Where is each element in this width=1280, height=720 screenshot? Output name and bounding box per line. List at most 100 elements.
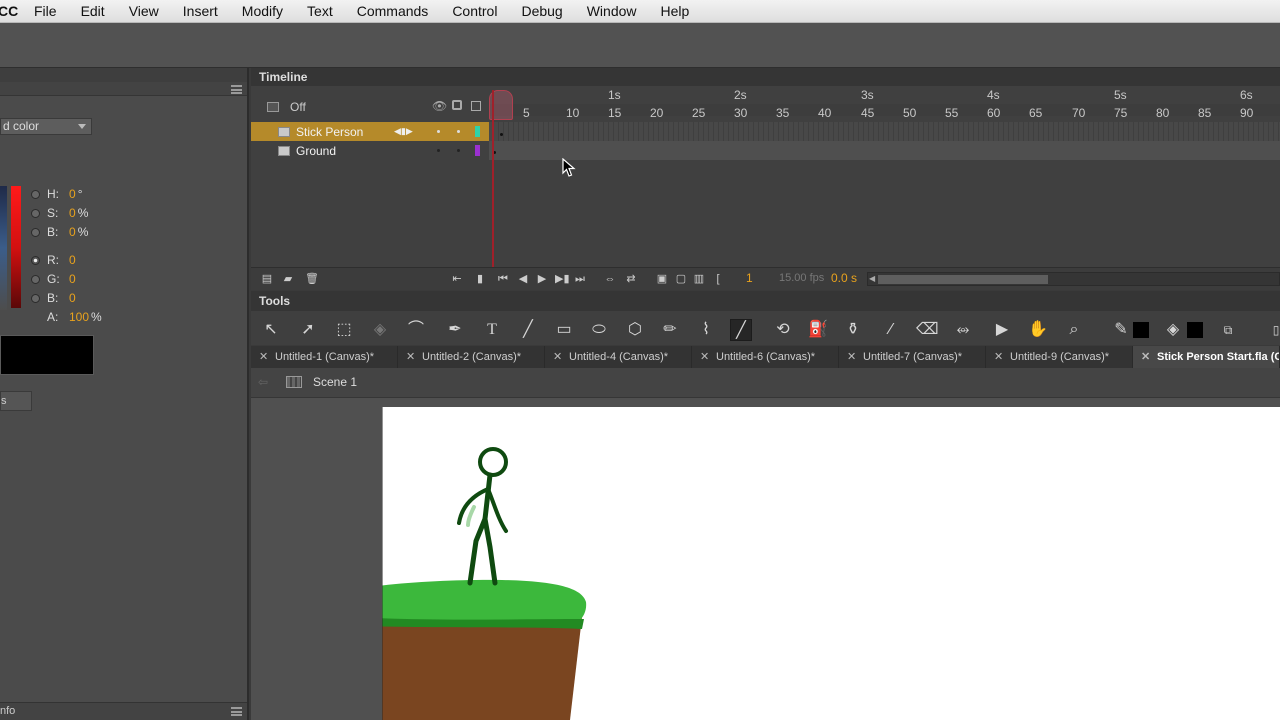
timeline-scrollbar[interactable]: ◀ (867, 272, 1280, 286)
blue-radio[interactable] (31, 293, 40, 303)
close-icon[interactable]: ✕ (406, 346, 415, 368)
color-swatch[interactable] (0, 335, 94, 375)
loop-icon[interactable]: ▮ (474, 273, 486, 285)
paint-brush-icon[interactable]: ⌇ (695, 319, 717, 341)
close-icon[interactable]: ✕ (553, 346, 562, 368)
close-icon[interactable]: ✕ (994, 346, 1003, 368)
paint-bucket-icon[interactable]: ⛽ (807, 319, 829, 341)
layer-ground[interactable]: Ground (251, 141, 489, 160)
current-frame-value[interactable]: 1 (746, 271, 753, 285)
trash-icon[interactable]: 🗑 (305, 273, 319, 285)
doc-tab-stick-person-start[interactable]: ✕ Stick Person Start.fla (C (1133, 346, 1280, 368)
selection-tool-icon[interactable]: ↖ (260, 319, 282, 341)
pencil-icon[interactable]: ✏ (659, 319, 681, 341)
color-spectrum[interactable] (0, 186, 7, 310)
lock-dot[interactable] (457, 130, 460, 133)
playback-controls-icon[interactable]: ◀▮▶ (394, 126, 413, 137)
zoom-icon[interactable]: ⌕ (1063, 319, 1085, 341)
menu-help[interactable]: Help (649, 3, 702, 19)
doc-tab-untitled-6[interactable]: ✕ Untitled-6 (Canvas)* (692, 346, 839, 368)
free-transform-icon[interactable]: ⬚ (333, 319, 355, 341)
stage-area[interactable] (251, 398, 1280, 720)
step-forward-icon[interactable]: ▶▮ (555, 273, 570, 285)
alpha-value[interactable]: 100 (69, 310, 89, 324)
subselection-tool-icon[interactable]: ➚ (297, 319, 319, 341)
saturation-value[interactable]: 0 (69, 206, 76, 220)
camera-icon[interactable]: ▶ (991, 319, 1013, 341)
menu-debug[interactable]: Debug (509, 3, 574, 19)
layer-name[interactable]: Ground (296, 144, 388, 158)
hue-slider[interactable] (11, 186, 21, 308)
layer-depth-icon[interactable] (267, 102, 279, 112)
app-menu[interactable]: CC (0, 3, 22, 19)
3d-rotation-icon[interactable]: ◈ (369, 319, 391, 341)
fill-swatch[interactable] (1187, 322, 1203, 338)
eye-icon[interactable]: 👁 (432, 99, 447, 113)
frame-span-icon[interactable]: [ (712, 273, 724, 285)
menu-window[interactable]: Window (575, 3, 649, 19)
center-frame-icon[interactable]: ⇤ (451, 273, 463, 285)
hue-radio[interactable] (31, 189, 40, 199)
new-layer-icon[interactable]: ▤ (261, 273, 273, 285)
stage-canvas[interactable] (327, 407, 1280, 720)
options-icon[interactable]: ▯ (1265, 319, 1280, 341)
tools-tab[interactable]: Tools (251, 291, 1280, 311)
pen-icon[interactable]: ✒ (444, 319, 466, 341)
timeline-ruler[interactable]: 1s 2s 3s 4s 5s 6s 5 10 15 20 25 30 35 40… (489, 88, 1280, 120)
doc-tab-untitled-4[interactable]: ✕ Untitled-4 (Canvas)* (545, 346, 692, 368)
layer-color-swatch[interactable] (475, 145, 480, 156)
frames-row-stick-person[interactable] (489, 122, 1280, 141)
frames-area[interactable]: 1s 2s 3s 4s 5s 6s 5 10 15 20 25 30 35 40… (489, 88, 1280, 239)
red-value[interactable]: 0 (69, 253, 76, 267)
doc-tab-untitled-9[interactable]: ✕ Untitled-9 (Canvas)* (986, 346, 1133, 368)
edit-multiple-frames-icon[interactable]: ▣ (656, 273, 668, 285)
menu-view[interactable]: View (117, 3, 171, 19)
frames-row-ground[interactable] (489, 141, 1280, 160)
saturation-radio[interactable] (31, 208, 40, 218)
layer-color-swatch[interactable] (475, 126, 480, 137)
close-icon[interactable]: ✕ (259, 346, 268, 368)
scene-label[interactable]: Scene 1 (313, 375, 357, 389)
lasso-icon[interactable]: ⌒ (405, 319, 427, 341)
onion-outline-icon[interactable]: ▢ (675, 273, 687, 285)
fill-color-icon[interactable]: ◈ (1162, 319, 1184, 341)
brightness-radio[interactable] (31, 227, 40, 237)
brightness-value[interactable]: 0 (69, 225, 76, 239)
layer-stick-person[interactable]: Stick Person ◀▮▶ (251, 122, 489, 141)
ink-bottle-icon[interactable]: ⚱ (842, 319, 864, 341)
text-tool-icon[interactable]: T (481, 319, 503, 341)
hue-value[interactable]: 0 (69, 187, 76, 201)
menu-file[interactable]: File (22, 3, 69, 19)
eraser-icon[interactable]: ⌫ (916, 319, 939, 341)
visibility-dot[interactable] (437, 130, 440, 133)
outline-icon[interactable] (471, 101, 481, 111)
doc-tab-untitled-7[interactable]: ✕ Untitled-7 (Canvas)* (839, 346, 986, 368)
polystar-icon[interactable]: ⬡ (624, 319, 646, 341)
line-tool-icon[interactable]: ╱ (517, 319, 539, 341)
modify-markers-icon[interactable]: ▥ (693, 273, 705, 285)
layer-header-label[interactable]: Off (290, 100, 306, 114)
layer-name[interactable]: Stick Person (296, 125, 388, 139)
last-frame-icon[interactable]: ⏭ (574, 273, 586, 285)
timeline-tab[interactable]: Timeline (251, 68, 1280, 86)
fps-value[interactable]: 15.00 fps (779, 272, 824, 284)
menu-text[interactable]: Text (295, 3, 345, 19)
red-radio[interactable] (31, 255, 40, 265)
rectangle-tool-icon[interactable]: ▭ (553, 319, 575, 341)
green-value[interactable]: 0 (69, 272, 76, 286)
loop-playback-icon[interactable]: ⇄ (625, 273, 637, 285)
onion-skin-icon[interactable]: ⇔ (604, 273, 616, 285)
back-arrow-icon[interactable]: ⇦ (258, 375, 268, 389)
panel-menu-icon[interactable] (231, 85, 242, 94)
play-icon[interactable]: ▶ (536, 273, 548, 285)
visibility-dot[interactable] (437, 149, 440, 152)
stroke-swatch[interactable] (1133, 322, 1149, 338)
color-type-dropdown[interactable]: d color (0, 118, 92, 135)
menu-edit[interactable]: Edit (69, 3, 117, 19)
step-back-icon[interactable]: ◀ (517, 273, 529, 285)
lock-dot[interactable] (457, 149, 460, 152)
doc-tab-untitled-2[interactable]: ✕ Untitled-2 (Canvas)* (398, 346, 545, 368)
close-icon[interactable]: ✕ (700, 346, 709, 368)
green-radio[interactable] (31, 274, 40, 284)
playhead[interactable] (492, 90, 494, 267)
